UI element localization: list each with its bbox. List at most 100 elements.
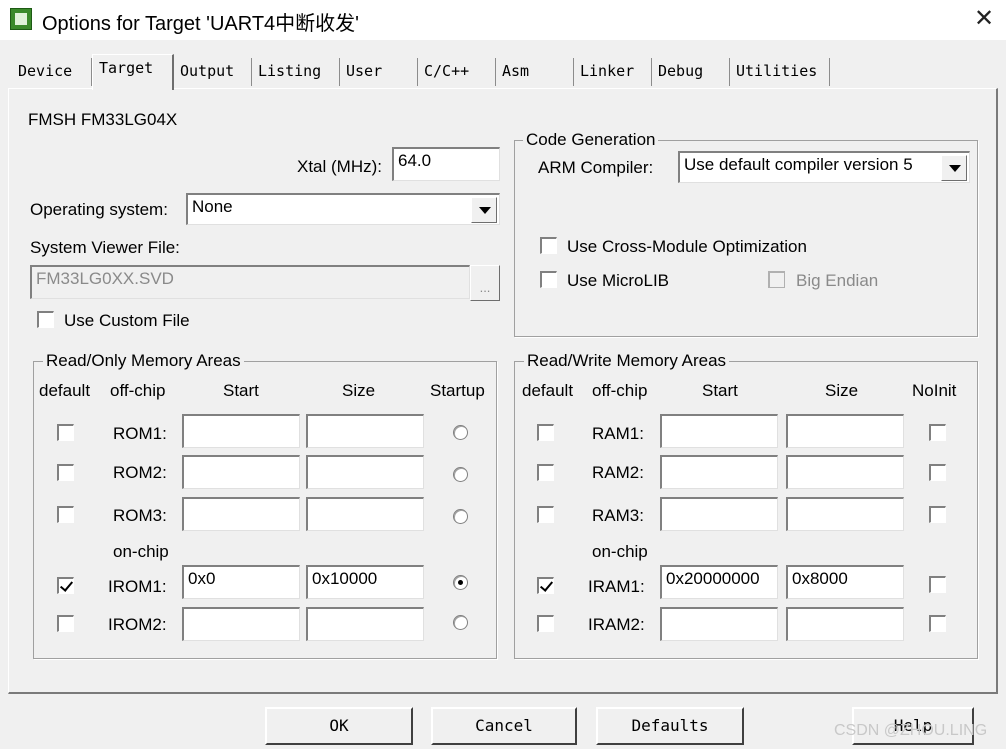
irom2-label: IROM2:: [108, 615, 167, 634]
window-title: Options for Target 'UART4中断收发': [42, 13, 360, 35]
arm-compiler-label: ARM Compiler:: [538, 158, 654, 177]
tab-target[interactable]: Target: [92, 54, 174, 90]
irom1-label: IROM1:: [108, 577, 167, 596]
big-endian-checkbox[interactable]: [768, 271, 785, 288]
title-bar: Options for Target 'UART4中断收发' ✕: [0, 0, 1006, 40]
rom3-startup-radio[interactable]: [453, 509, 468, 524]
svd-browse-button[interactable]: ...: [470, 265, 500, 301]
code-generation-legend: Code Generation: [523, 130, 659, 150]
ro-header-default: default: [39, 381, 91, 400]
ram3-label: RAM3:: [592, 506, 644, 525]
ram1-label: RAM1:: [592, 424, 644, 443]
rom1-startup-radio[interactable]: [453, 425, 468, 440]
iram1-default-checkbox[interactable]: [537, 577, 554, 594]
irom1-startup-radio[interactable]: [453, 575, 468, 590]
iram1-noinit-checkbox[interactable]: [929, 576, 946, 593]
irom2-start-input[interactable]: [182, 607, 300, 641]
cross-module-optimization-checkbox[interactable]: [540, 237, 557, 254]
rw-header-offchip: off-chip: [592, 381, 648, 400]
rom3-default-checkbox[interactable]: [57, 506, 74, 523]
ram1-noinit-checkbox[interactable]: [929, 424, 946, 441]
rom1-label: ROM1:: [113, 424, 167, 443]
arm-compiler-select[interactable]: Use default compiler version 5: [678, 151, 970, 183]
rw-header-noinit: NoInit: [912, 381, 957, 400]
watermark: CSDN @ZHOU.LING: [834, 722, 988, 739]
rom3-size-input[interactable]: [306, 497, 424, 531]
os-label: Operating system:: [30, 200, 168, 219]
ram1-size-input[interactable]: [786, 414, 904, 448]
ro-header-size: Size: [342, 381, 376, 400]
chevron-down-icon[interactable]: [941, 155, 967, 181]
iram1-start-input[interactable]: 0x20000000: [660, 565, 778, 599]
ram2-size-input[interactable]: [786, 455, 904, 489]
big-endian-label: Big Endian: [796, 271, 879, 290]
use-microlib-checkbox[interactable]: [540, 271, 557, 288]
irom1-size-input[interactable]: 0x10000: [306, 565, 424, 599]
rom3-start-input[interactable]: [182, 497, 300, 531]
ram3-default-checkbox[interactable]: [537, 506, 554, 523]
chevron-down-icon[interactable]: [471, 197, 497, 223]
rw-header-size: Size: [825, 381, 859, 400]
irom1-start-input[interactable]: 0x0: [182, 565, 300, 599]
rom2-startup-radio[interactable]: [453, 467, 468, 482]
tab-debug[interactable]: Debug: [652, 58, 730, 86]
ro-header-offchip: off-chip: [110, 381, 166, 400]
irom2-startup-radio[interactable]: [453, 615, 468, 630]
tab-linker[interactable]: Linker: [574, 58, 652, 86]
irom2-default-checkbox[interactable]: [57, 615, 74, 632]
tab-user[interactable]: User: [340, 58, 418, 86]
use-custom-file-checkbox[interactable]: [37, 311, 54, 328]
ok-button[interactable]: OK: [265, 707, 413, 745]
xtal-label: Xtal (MHz):: [297, 157, 382, 176]
rom2-size-input[interactable]: [306, 455, 424, 489]
device-name: FMSH FM33LG04X: [28, 110, 178, 129]
ram1-start-input[interactable]: [660, 414, 778, 448]
rom2-start-input[interactable]: [182, 455, 300, 489]
ro-onchip-label: on-chip: [113, 542, 169, 561]
ram1-default-checkbox[interactable]: [537, 424, 554, 441]
iram2-noinit-checkbox[interactable]: [929, 615, 946, 632]
read-write-memory-legend: Read/Write Memory Areas: [524, 351, 730, 371]
rom1-size-input[interactable]: [306, 414, 424, 448]
tab-c-cpp[interactable]: C/C++: [418, 58, 496, 86]
xtal-input[interactable]: 64.0: [392, 147, 500, 181]
iram2-label: IRAM2:: [588, 615, 645, 634]
keil-app-icon: [10, 8, 32, 30]
iram2-default-checkbox[interactable]: [537, 615, 554, 632]
cancel-button[interactable]: Cancel: [431, 707, 577, 745]
ram3-noinit-checkbox[interactable]: [929, 506, 946, 523]
rom2-label: ROM2:: [113, 463, 167, 482]
ram2-default-checkbox[interactable]: [537, 464, 554, 481]
iram1-size-input[interactable]: 0x8000: [786, 565, 904, 599]
irom1-default-checkbox[interactable]: [57, 577, 74, 594]
tab-asm[interactable]: Asm: [496, 58, 574, 86]
cross-module-optimization-label: Use Cross-Module Optimization: [567, 237, 807, 256]
rw-header-start: Start: [702, 381, 738, 400]
tab-listing[interactable]: Listing: [252, 58, 340, 86]
iram2-start-input[interactable]: [660, 607, 778, 641]
ram3-size-input[interactable]: [786, 497, 904, 531]
rom1-default-checkbox[interactable]: [57, 424, 74, 441]
use-microlib-label: Use MicroLIB: [567, 271, 670, 290]
ram2-start-input[interactable]: [660, 455, 778, 489]
rom2-default-checkbox[interactable]: [57, 464, 74, 481]
svd-file-input[interactable]: FM33LG0XX.SVD: [30, 265, 470, 299]
ro-header-startup: Startup: [430, 381, 485, 400]
arm-compiler-select-value: Use default compiler version 5: [684, 155, 913, 174]
iram2-size-input[interactable]: [786, 607, 904, 641]
ram2-noinit-checkbox[interactable]: [929, 464, 946, 481]
close-icon[interactable]: ✕: [974, 4, 994, 33]
defaults-button[interactable]: Defaults: [596, 707, 744, 745]
read-only-memory-legend: Read/Only Memory Areas: [43, 351, 244, 371]
ro-header-start: Start: [223, 381, 259, 400]
os-select-value: None: [192, 197, 233, 216]
iram1-label: IRAM1:: [588, 577, 645, 596]
rom1-start-input[interactable]: [182, 414, 300, 448]
tab-utilities[interactable]: Utilities: [730, 58, 830, 86]
irom2-size-input[interactable]: [306, 607, 424, 641]
tab-output[interactable]: Output: [174, 58, 252, 86]
rom3-label: ROM3:: [113, 506, 167, 525]
os-select[interactable]: None: [186, 193, 500, 225]
ram3-start-input[interactable]: [660, 497, 778, 531]
tab-device[interactable]: Device: [12, 58, 92, 86]
